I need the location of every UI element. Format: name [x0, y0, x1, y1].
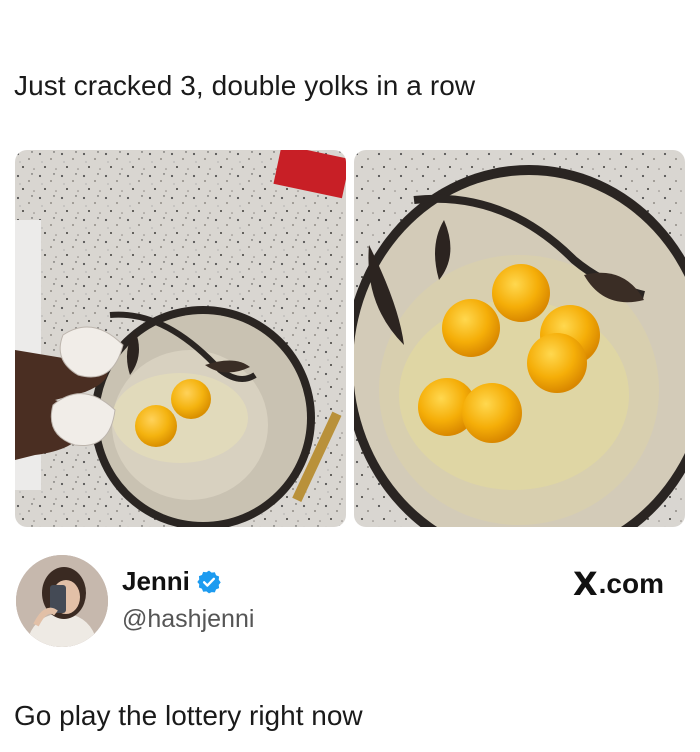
photo-right-image: [354, 150, 685, 527]
post-caption: Just cracked 3, double yolks in a row: [14, 70, 476, 101]
avatar[interactable]: [16, 555, 108, 647]
avatar-image: [16, 555, 108, 647]
photo-right[interactable]: [354, 150, 685, 527]
author-name[interactable]: Jenni: [122, 566, 190, 597]
site-label[interactable]: X .com: [573, 565, 664, 603]
photo-left[interactable]: [15, 150, 346, 527]
site-domain: .com: [598, 568, 664, 599]
author-handle[interactable]: @hashjenni: [122, 605, 254, 634]
tweet-text: Go play the lottery right now: [14, 700, 363, 731]
author-row[interactable]: Jenni: [122, 566, 222, 597]
photo-left-image: [15, 150, 346, 527]
verified-badge-icon: [196, 569, 222, 595]
x-logo-icon: X: [572, 565, 598, 603]
